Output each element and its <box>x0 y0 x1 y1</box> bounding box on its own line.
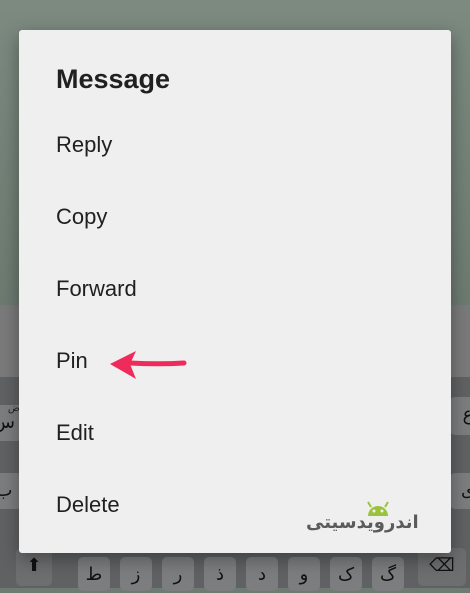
watermark-text: اندرویدسیتی <box>306 512 419 533</box>
keyboard-key[interactable]: د <box>246 557 278 591</box>
menu-item-edit[interactable]: Edit <box>19 400 451 470</box>
watermark-logo: اندرویدسیتی <box>306 498 436 542</box>
menu-item-label: Forward <box>56 276 137 301</box>
backspace-key[interactable]: ⌫ <box>418 548 466 586</box>
dialog-title: Message <box>56 64 171 94</box>
keyboard-key[interactable]: ز <box>120 557 152 591</box>
keyboard-key[interactable]: ط <box>78 557 110 591</box>
menu-item-label: Delete <box>56 492 120 517</box>
annotation-arrow-icon <box>110 351 187 379</box>
keyboard-key[interactable]: ک <box>330 557 362 591</box>
message-options-dialog: Message Reply Copy Forward Pin Edit Dele… <box>19 30 451 553</box>
menu-item-reply[interactable]: Reply <box>19 112 451 182</box>
menu-item-pin[interactable]: Pin <box>19 328 451 398</box>
keyboard-key[interactable]: گ <box>372 557 404 591</box>
menu-item-label: Pin <box>56 348 88 373</box>
keyboard-key[interactable]: ذ <box>204 557 236 591</box>
menu-item-copy[interactable]: Copy <box>19 184 451 254</box>
keyboard-key[interactable]: و <box>288 557 320 591</box>
menu-item-label: Copy <box>56 204 108 229</box>
shift-arrow-icon: ⬆ <box>26 555 42 576</box>
keyboard-key[interactable]: ع <box>450 397 470 435</box>
keyboard-key[interactable]: ی <box>450 473 470 509</box>
menu-item-forward[interactable]: Forward <box>19 256 451 326</box>
menu-item-label: Reply <box>56 132 113 157</box>
keyboard-key[interactable]: ر <box>162 557 194 591</box>
backspace-icon: ⌫ <box>429 555 455 576</box>
shift-key[interactable]: ⬆ <box>16 548 52 586</box>
menu-item-label: Edit <box>56 420 94 445</box>
